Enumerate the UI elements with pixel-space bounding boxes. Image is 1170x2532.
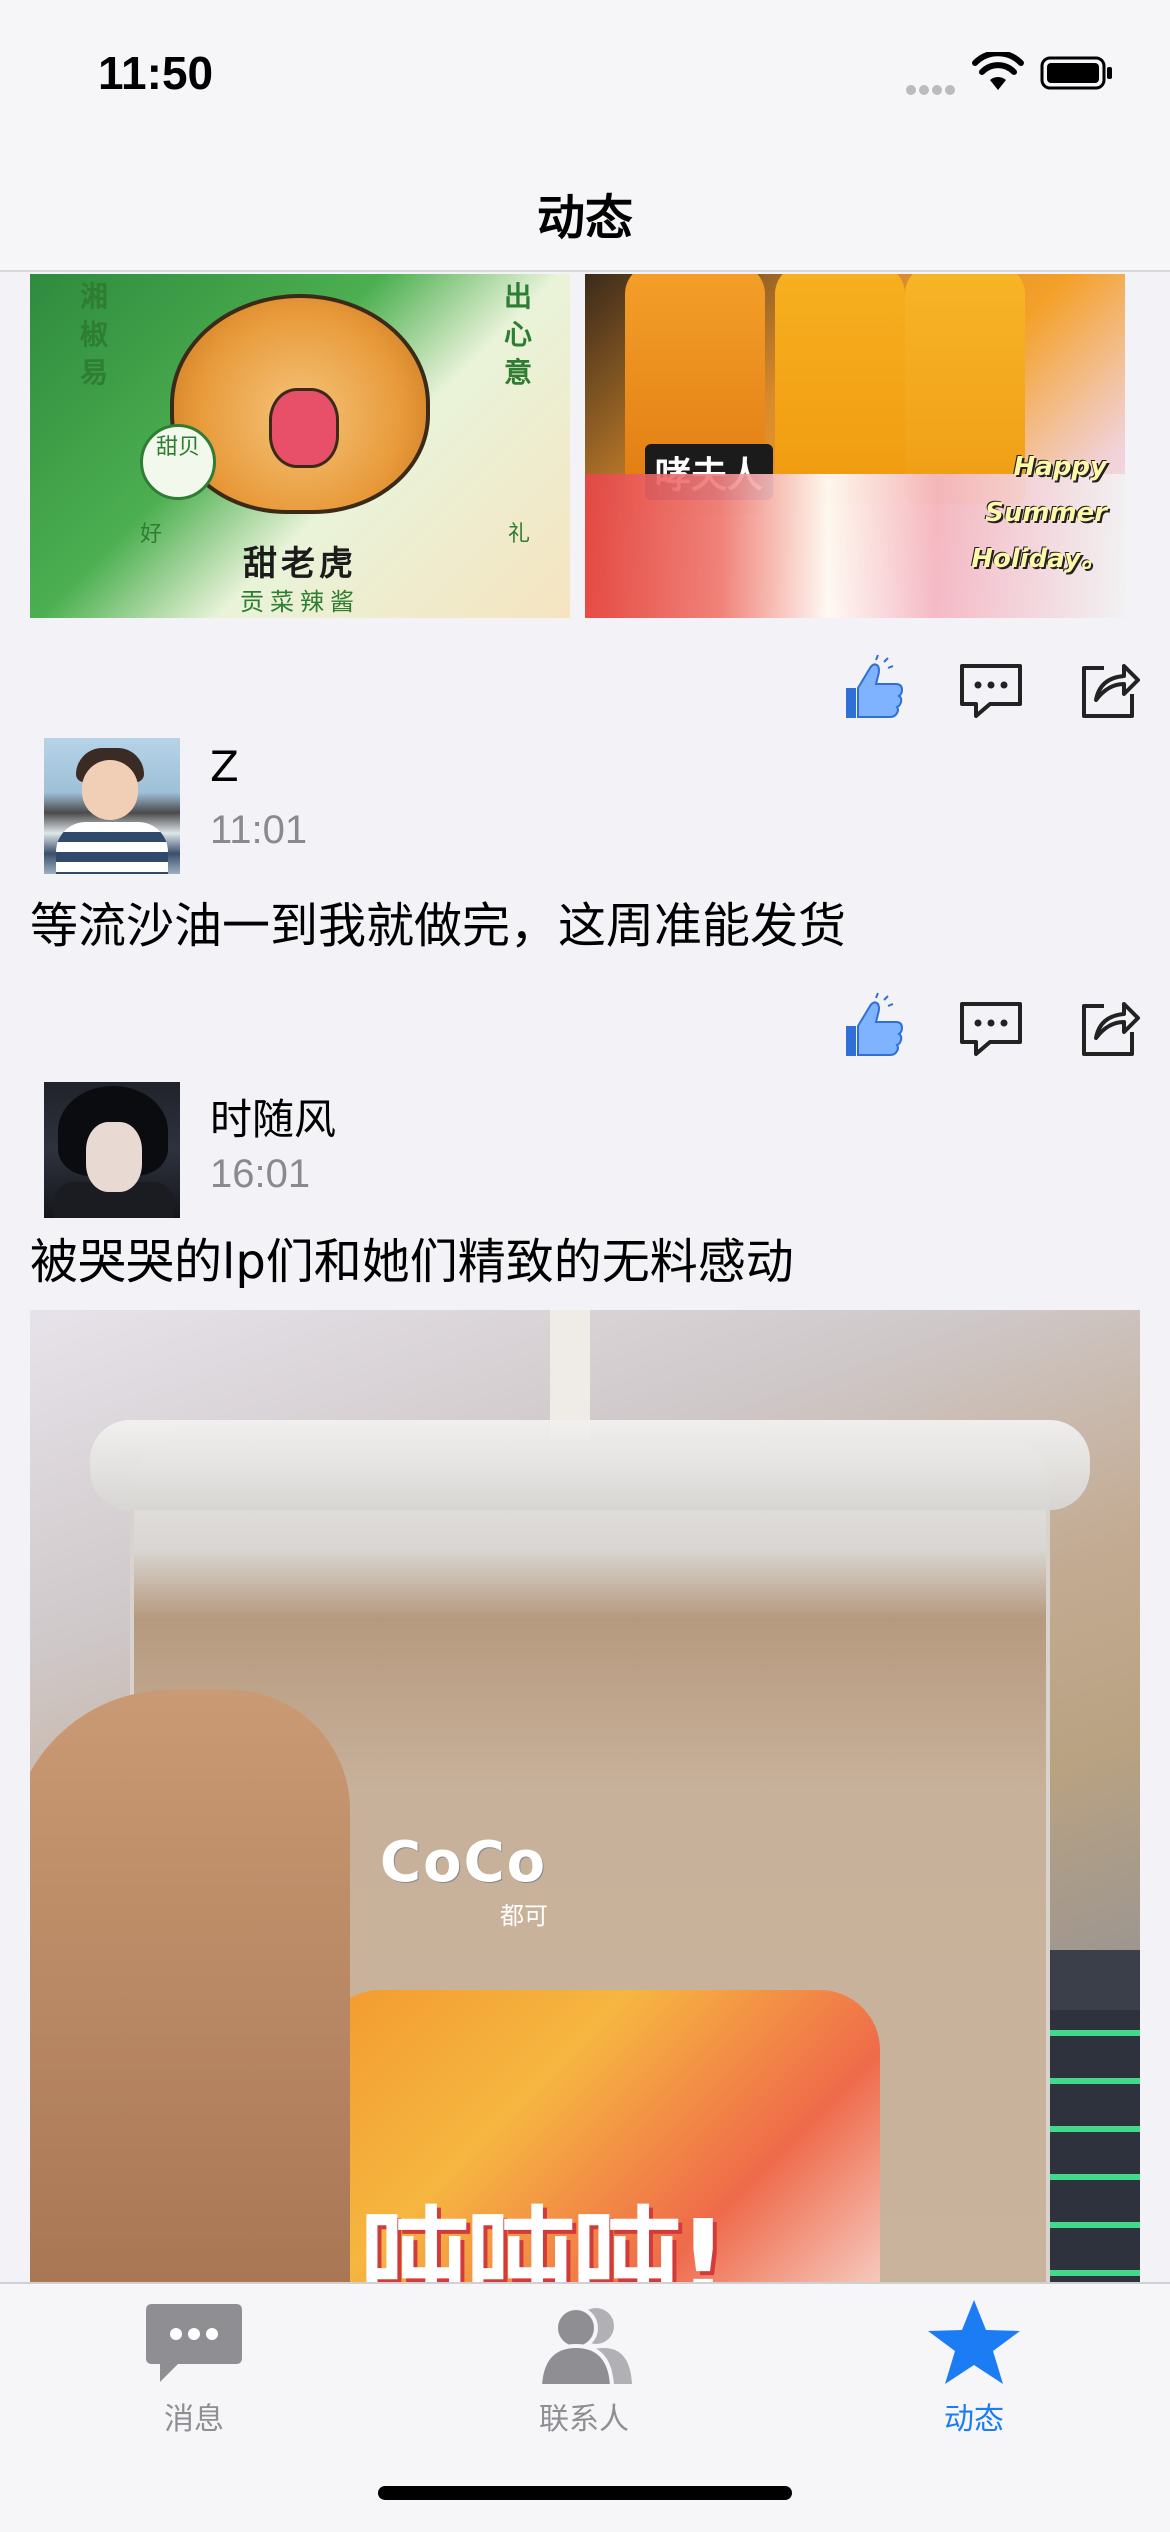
caption-line: Happy <box>1013 452 1107 482</box>
tab-contacts[interactable]: 联系人 <box>484 2298 684 2438</box>
status-bar: 11:50 <box>0 0 1170 140</box>
cellular-signal-icon <box>906 80 960 95</box>
sticker-text: 吨吨吨! <box>360 2196 728 2282</box>
like-button[interactable] <box>840 992 910 1062</box>
avatar[interactable] <box>44 738 180 874</box>
post-text: 被哭哭的lp们和她们精致的无料感动 <box>30 1234 794 1290</box>
bottle <box>775 274 905 504</box>
contacts-icon <box>537 2306 632 2388</box>
pack-brand: 甜老虎 <box>243 544 357 584</box>
comment-button[interactable] <box>956 992 1026 1062</box>
share-button[interactable] <box>1074 992 1144 1062</box>
photo-caption: Happy Summer Holiday。 <box>971 444 1107 582</box>
post-text: 等流沙油一到我就做完，这周准能发货 <box>30 898 847 954</box>
star-icon <box>928 2300 1020 2384</box>
pack-subtitle: 贡菜辣酱 <box>240 588 360 616</box>
post-action-bar <box>0 992 1170 1082</box>
avatar[interactable] <box>44 1082 180 1218</box>
home-indicator[interactable] <box>378 2486 792 2500</box>
pack-side-text-right: 出心意 <box>503 280 532 389</box>
cup-lid <box>90 1420 1090 1510</box>
cup-logo-sub: 都可 <box>500 1902 548 1930</box>
battery-icon <box>1040 56 1112 90</box>
tab-label: 消息 <box>164 2402 224 2437</box>
wifi-icon <box>972 52 1024 90</box>
post-time: 11:01 <box>210 808 308 852</box>
share-button[interactable] <box>1074 654 1144 724</box>
post-photo-milk-tea[interactable]: CoCo 都可 吨吨吨! <box>30 1310 1140 2282</box>
caption-line: Summer <box>985 498 1107 528</box>
post-action-bar <box>0 654 1170 744</box>
post-time: 16:01 <box>210 1152 311 1196</box>
page-title: 动态 <box>536 190 633 246</box>
moments-feed[interactable]: 湘椒易 出心意 甜贝 好 礼 甜老虎 贡菜辣酱 哮夫人 Happy Summer… <box>0 274 1170 2282</box>
pack-seal: 甜贝 <box>140 424 216 500</box>
navigation-bar: 动态 <box>0 140 1170 272</box>
comment-button[interactable] <box>956 654 1026 724</box>
post-header: 时随风 16:01 <box>0 1082 1170 1222</box>
status-time: 11:50 <box>98 47 214 99</box>
like-button[interactable] <box>840 654 910 724</box>
post-header: Z 11:01 <box>0 738 1170 878</box>
post-author[interactable]: Z <box>210 742 239 791</box>
post-author[interactable]: 时随风 <box>210 1086 336 1147</box>
hand <box>30 1690 350 2282</box>
chat-bubble-icon <box>146 2304 242 2382</box>
post-photo-snacks[interactable]: 哮夫人 Happy Summer Holiday。 <box>585 274 1125 618</box>
caption-line: Holiday。 <box>971 544 1107 574</box>
tab-moments[interactable]: 动态 <box>874 2298 1074 2438</box>
tab-label: 动态 <box>944 2402 1004 2437</box>
pack-side-text-left: 湘椒易 <box>79 280 108 389</box>
cup-logo: CoCo <box>380 1830 548 1895</box>
post-photo-tiger-sauce[interactable]: 湘椒易 出心意 甜贝 好 礼 甜老虎 贡菜辣酱 <box>30 274 570 618</box>
tab-messages[interactable]: 消息 <box>94 2298 294 2438</box>
tab-label: 联系人 <box>539 2402 629 2437</box>
